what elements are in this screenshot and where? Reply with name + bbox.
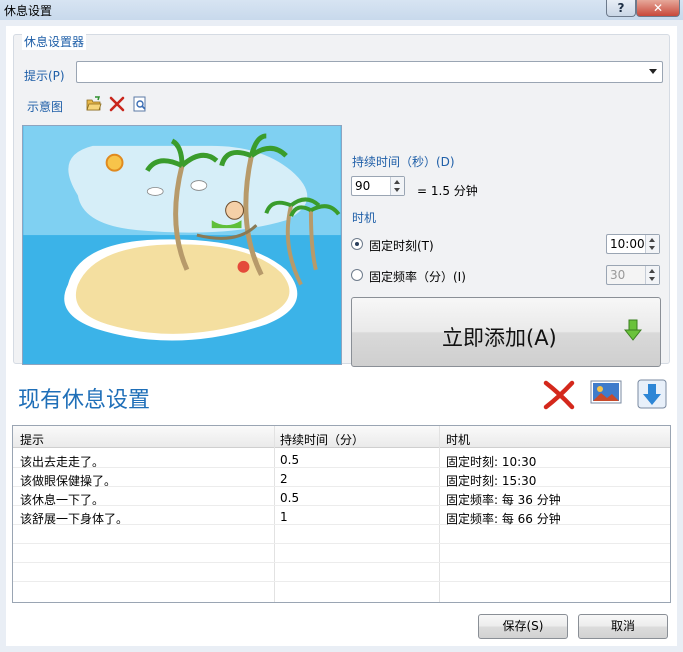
row-separator <box>13 581 670 582</box>
spin-down-icon[interactable] <box>649 246 655 250</box>
rest-settings-table[interactable]: 提示 持续时间（分） 时机 该出去走走了。 0.5 固定时刻: 10:30 该做… <box>12 425 671 603</box>
table-cell-timing[interactable]: 固定时刻: 10:30 <box>446 453 536 470</box>
dialog-content: 休息设置器 提示(P) 示意图 持续时间（秒）(D) 90 = 1.5 分钟 时… <box>6 26 677 646</box>
fixed-frequency-radio[interactable] <box>351 269 363 281</box>
table-cell-prompt[interactable]: 该休息一下了。 <box>20 491 104 508</box>
table-cell-prompt[interactable]: 该舒展一下身体了。 <box>20 510 128 527</box>
fixed-frequency-spinbox: 30 <box>606 265 660 285</box>
add-now-label: 立即添加(A) <box>442 326 557 350</box>
table-cell-duration[interactable]: 1 <box>280 510 288 524</box>
help-button[interactable]: ? <box>606 0 636 17</box>
table-header: 提示 持续时间（分） 时机 <box>13 426 670 448</box>
image-icon[interactable] <box>590 379 622 407</box>
group-title: 休息设置器 <box>22 33 87 50</box>
table-cell-timing[interactable]: 固定时刻: 15:30 <box>446 472 536 489</box>
row-separator <box>13 543 670 544</box>
duration-value: 90 <box>355 179 371 193</box>
prompt-combobox[interactable] <box>76 61 663 83</box>
spin-up-icon <box>649 269 655 273</box>
duration-spin-buttons[interactable] <box>390 177 404 195</box>
add-now-button[interactable]: 立即添加(A) <box>351 297 661 367</box>
down-arrow-icon <box>624 319 642 341</box>
table-cell-prompt[interactable]: 该做眼保健操了。 <box>20 472 116 489</box>
spin-down-icon <box>649 277 655 281</box>
settings-window: 休息设置 ? ✕ 休息设置器 提示(P) 示意图 持续时间（秒）(D) 90 =… <box>0 0 683 652</box>
table-cell-timing[interactable]: 固定频率: 每 66 分钟 <box>446 510 561 527</box>
fixed-time-label[interactable]: 固定时刻(T) <box>369 237 434 254</box>
table-cell-duration[interactable]: 0.5 <box>280 491 299 505</box>
column-header-prompt[interactable]: 提示 <box>20 431 44 448</box>
spin-up-icon[interactable] <box>649 238 655 242</box>
row-separator <box>13 562 670 563</box>
preview-icon[interactable] <box>132 96 148 112</box>
duration-minutes-text: = 1.5 分钟 <box>417 184 478 198</box>
column-header-timing[interactable]: 时机 <box>446 431 470 448</box>
column-separator <box>439 426 440 602</box>
table-cell-duration[interactable]: 0.5 <box>280 453 299 467</box>
open-folder-icon[interactable] <box>86 96 102 112</box>
fixed-time-spin-buttons[interactable] <box>645 235 659 253</box>
existing-settings-title: 现有休息设置 <box>18 388 151 413</box>
column-header-duration[interactable]: 持续时间（分） <box>280 431 364 448</box>
row-separator <box>13 467 670 468</box>
save-button[interactable]: 保存(S) <box>478 614 568 639</box>
cancel-button[interactable]: 取消 <box>578 614 668 639</box>
delete-icon[interactable] <box>109 96 125 112</box>
fixed-time-radio[interactable] <box>351 238 363 250</box>
table-cell-duration[interactable]: 2 <box>280 472 288 486</box>
rest-setter-group: 休息设置器 提示(P) 示意图 持续时间（秒）(D) 90 = 1.5 分钟 时… <box>13 33 670 367</box>
download-icon[interactable] <box>637 379 667 409</box>
timing-label: 时机 <box>352 211 377 225</box>
spin-up-icon[interactable] <box>394 180 400 184</box>
prompt-label: 提示(P) <box>24 69 65 83</box>
column-separator <box>274 426 275 602</box>
fixed-time-value: 10:00 <box>610 237 645 251</box>
close-button[interactable]: ✕ <box>636 0 680 17</box>
fixed-frequency-value: 30 <box>610 268 626 282</box>
dropdown-arrow-icon[interactable] <box>649 69 657 74</box>
duration-label: 持续时间（秒）(D) <box>352 155 455 169</box>
fixed-frequency-label[interactable]: 固定频率（分）(I) <box>369 268 466 285</box>
fixed-time-spinbox[interactable]: 10:00 <box>606 234 660 254</box>
row-separator <box>13 505 670 506</box>
diagram-label: 示意图 <box>27 100 64 114</box>
delete-x-icon[interactable] <box>542 379 576 411</box>
title-bar: 休息设置 ? ✕ <box>0 0 683 20</box>
duration-spinbox[interactable]: 90 <box>351 176 405 196</box>
spin-down-icon[interactable] <box>394 188 400 192</box>
island-illustration <box>22 125 342 365</box>
table-cell-timing[interactable]: 固定频率: 每 36 分钟 <box>446 491 561 508</box>
table-cell-prompt[interactable]: 该出去走走了。 <box>20 453 104 470</box>
window-title: 休息设置 <box>4 4 53 18</box>
fixed-frequency-spin-buttons <box>645 266 659 284</box>
